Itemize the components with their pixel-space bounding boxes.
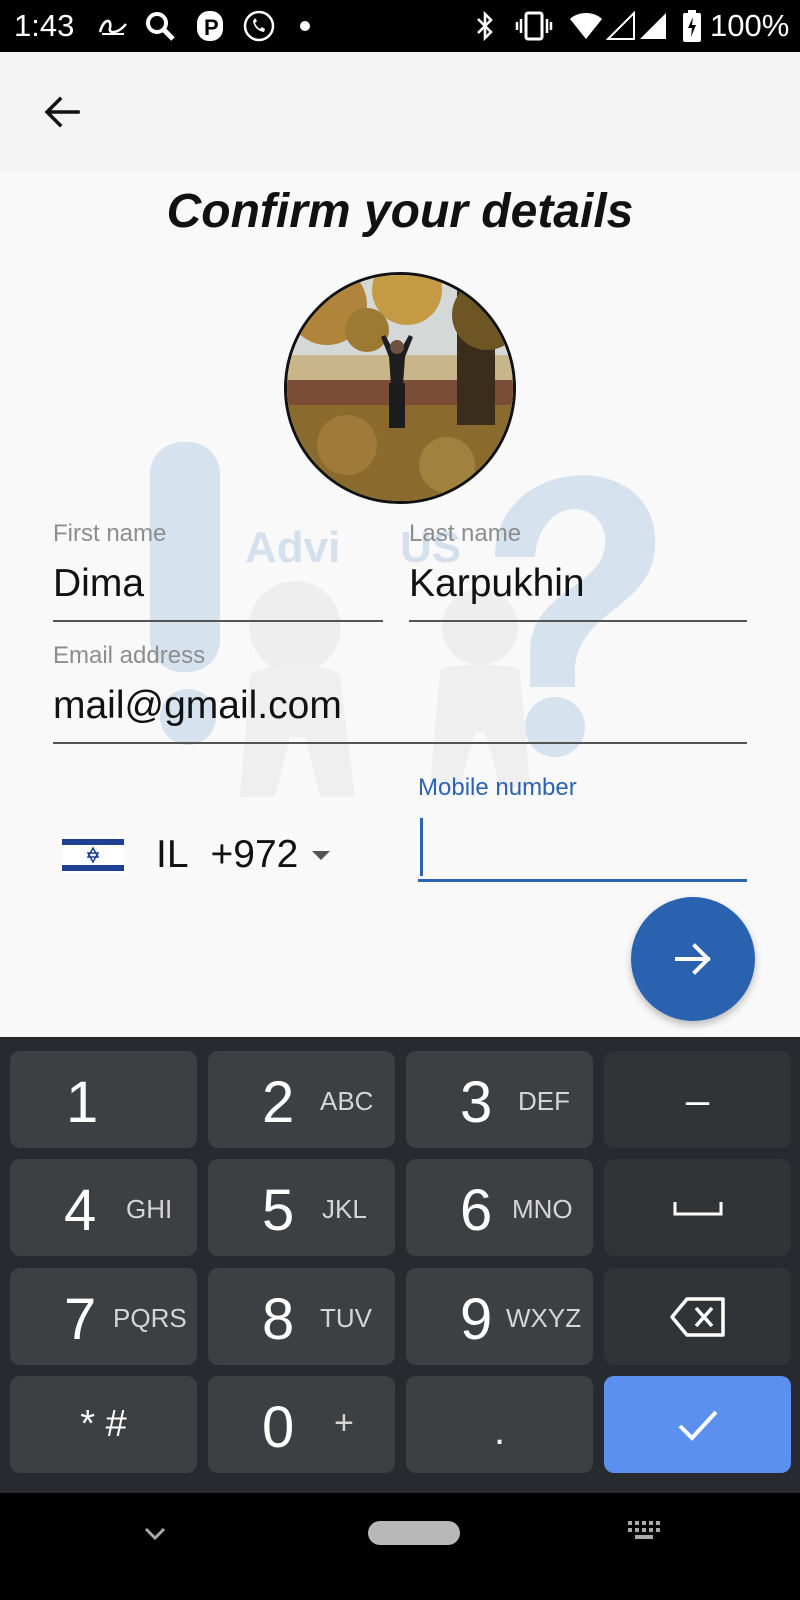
backspace-icon (669, 1296, 725, 1337)
text-cursor (420, 818, 423, 876)
key-6[interactable]: 6 MNO (406, 1159, 593, 1256)
parking-icon: P (196, 10, 224, 42)
signal-icon (606, 10, 636, 42)
numeric-keyboard: 1 2 ABC 3 DEF – 4 GHI 5 JKL 6 MNO 7 PQRS… (0, 1037, 800, 1493)
last-name-label: Last name (409, 520, 522, 547)
first-name-underline (53, 620, 383, 622)
country-dial-code: +972 (210, 833, 299, 876)
country-code: IL (156, 833, 189, 876)
last-name-value: Karpukhin (409, 562, 585, 605)
email-value: mail@gmail.com (53, 684, 342, 727)
signal-full-icon (638, 10, 668, 42)
first-name-label: First name (53, 520, 167, 547)
done-key[interactable] (604, 1376, 791, 1473)
wifi-icon (568, 10, 604, 42)
key-1[interactable]: 1 (10, 1051, 197, 1148)
space-icon (673, 1201, 722, 1215)
first-name-value: Dima (53, 562, 145, 605)
next-button[interactable] (631, 897, 755, 1021)
key-5[interactable]: 5 JKL (208, 1159, 395, 1256)
key-0[interactable]: 0 + (208, 1376, 395, 1473)
key-9[interactable]: 9 WXYZ (406, 1268, 593, 1365)
dropdown-caret-icon (312, 850, 331, 860)
keyboard-icon (628, 1521, 660, 1539)
bluetooth-icon (474, 10, 496, 42)
navigation-bar (0, 1493, 800, 1600)
battery-icon (682, 10, 702, 42)
profile-avatar[interactable] (284, 272, 516, 504)
key-space[interactable] (604, 1159, 791, 1256)
email-field[interactable]: Email address mail@gmail.com (53, 642, 747, 744)
back-button[interactable] (32, 82, 92, 142)
keyboard-switch-button[interactable] (626, 1517, 664, 1547)
app-bar (0, 52, 800, 172)
battery-percentage: 100% (710, 8, 790, 43)
dot-icon (298, 10, 312, 42)
check-icon (678, 1410, 717, 1441)
last-name-underline (409, 620, 747, 622)
phone-icon (242, 10, 276, 42)
key-7[interactable]: 7 PQRS (10, 1268, 197, 1365)
vibrate-icon (514, 10, 554, 42)
status-bar: 1:43 P 100% (0, 0, 800, 52)
key-2[interactable]: 2 ABC (208, 1051, 395, 1148)
country-code-selector[interactable]: IL +972 (62, 825, 331, 885)
alibaba-icon (96, 10, 130, 42)
last-name-field[interactable]: Last name Karpukhin (409, 520, 747, 622)
key-star-hash[interactable]: * # (10, 1376, 197, 1473)
key-3[interactable]: 3 DEF (406, 1051, 593, 1148)
first-name-field[interactable]: First name Dima (53, 520, 383, 622)
search-icon (144, 10, 176, 42)
israel-flag-icon (62, 836, 124, 874)
svg-text:P: P (204, 15, 219, 40)
status-time: 1:43 (14, 8, 75, 43)
arrow-left-icon (44, 96, 80, 128)
key-4[interactable]: 4 GHI (10, 1159, 197, 1256)
email-label: Email address (53, 642, 206, 669)
mobile-number-label: Mobile number (418, 774, 577, 801)
backspace-key[interactable] (604, 1268, 791, 1365)
arrow-right-icon (675, 943, 711, 975)
key-period[interactable]: . (406, 1376, 593, 1473)
mobile-number-underline (418, 879, 747, 882)
home-pill[interactable] (368, 1521, 460, 1545)
key-minus[interactable]: – (604, 1051, 791, 1148)
app-screen: Advi US Confirm your details First name … (0, 52, 800, 1037)
key-8[interactable]: 8 TUV (208, 1268, 395, 1365)
chevron-down-icon (144, 1527, 166, 1541)
email-underline (53, 742, 747, 744)
mobile-number-field[interactable]: Mobile number (418, 774, 747, 882)
page-title: Confirm your details (166, 185, 634, 238)
hide-keyboard-button[interactable] (138, 1521, 172, 1545)
